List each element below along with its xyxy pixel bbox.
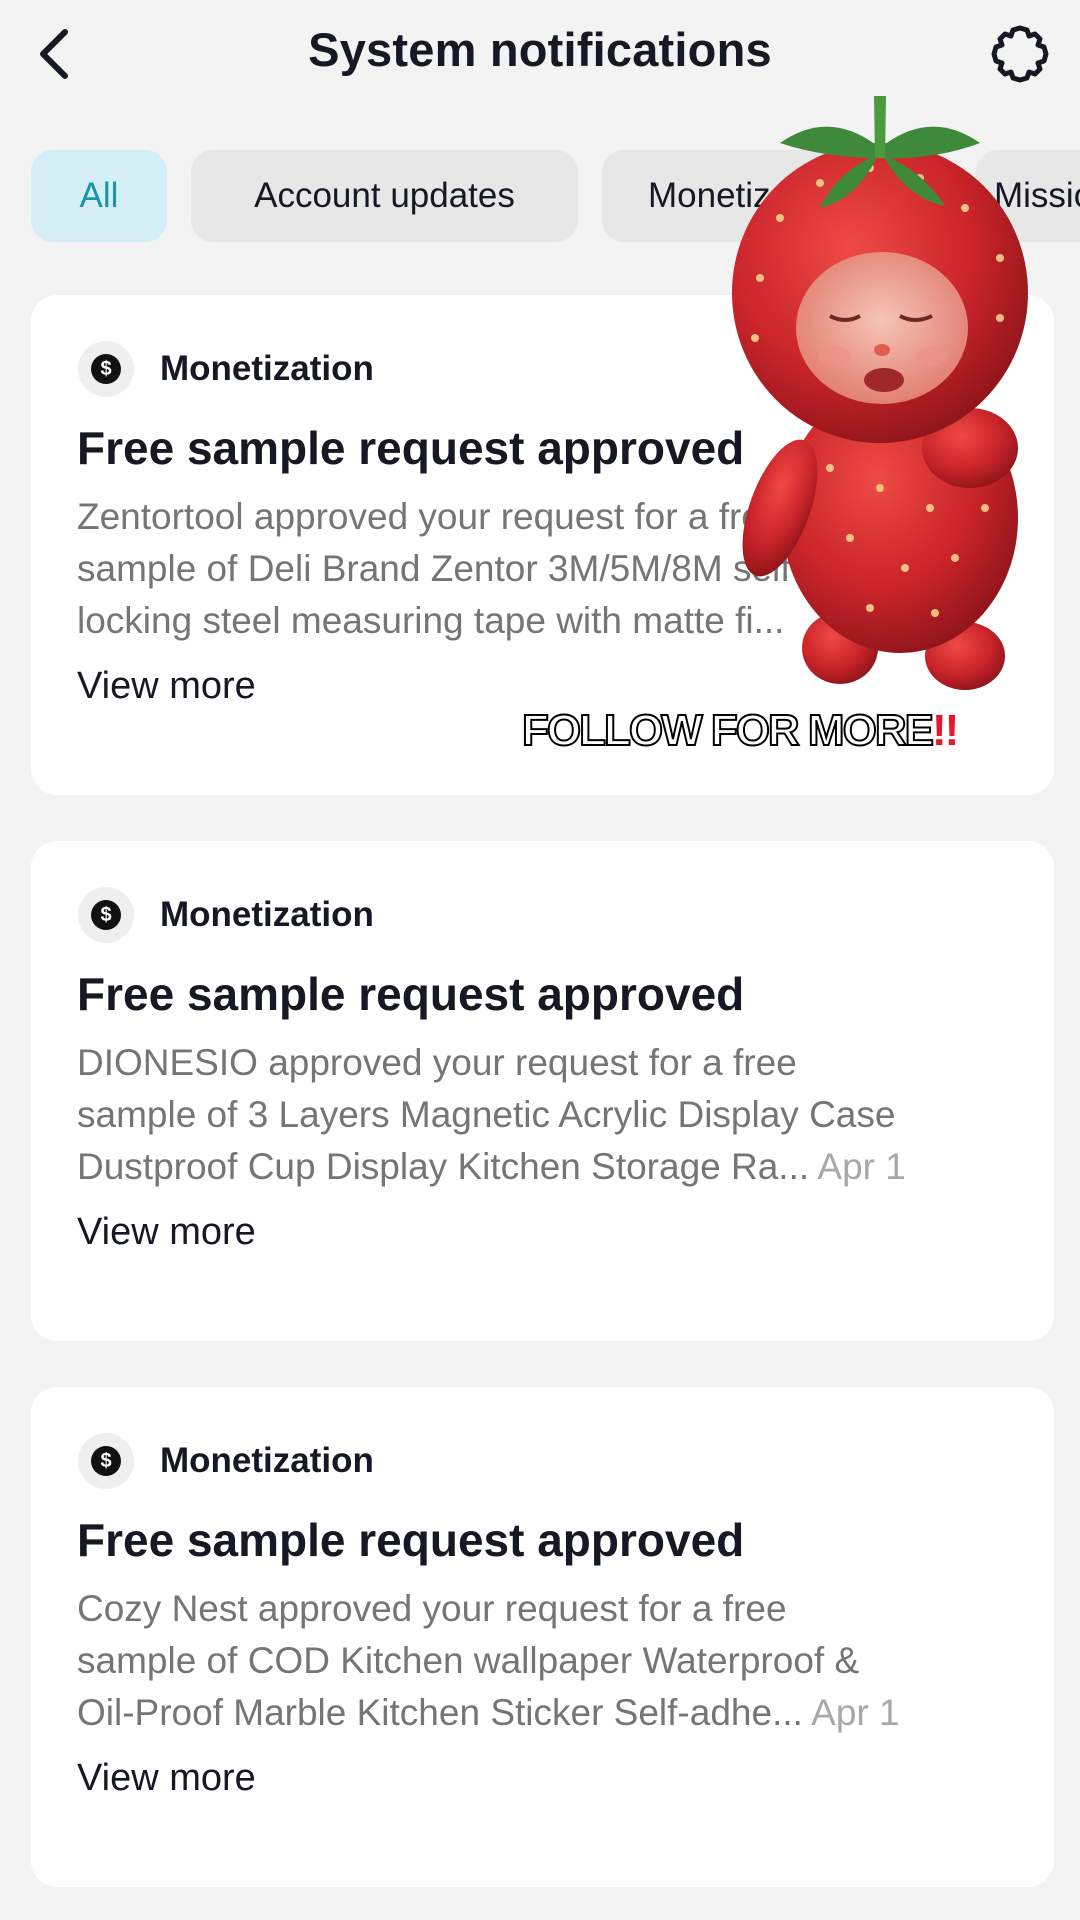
follow-caption-text: FOLLOW FOR MORE [521, 705, 935, 756]
category-label: Monetization [160, 349, 374, 388]
category-label: Monetization [160, 895, 374, 934]
category-label: Monetization [160, 1441, 374, 1480]
notification-date: Apr 1 [811, 1692, 900, 1733]
tab-account-updates[interactable]: Account updates [191, 150, 578, 242]
page-title: System notifications [308, 23, 772, 76]
notification-title: Free sample request approved [77, 422, 745, 474]
body-line: sample of 3 Layers Magnetic Acrylic Disp… [77, 1094, 896, 1135]
body-line: Cozy Nest approved your request for a fr… [77, 1588, 787, 1629]
dollar-icon: $ [78, 341, 134, 397]
follow-caption-suffix: !! [931, 706, 959, 755]
notification-date: Apr 1 [817, 1146, 906, 1187]
dollar-icon: $ [78, 887, 134, 943]
body-line: Dustproof Cup Display Kitchen Storage Ra… [77, 1141, 1017, 1193]
body-line: sample of COD Kitchen wallpaper Waterpro… [77, 1640, 860, 1681]
notification-body: DIONESIO approved your request for a fre… [77, 1037, 1017, 1193]
category-row: $ Monetization [78, 1431, 374, 1491]
category-row: $ Monetization [78, 885, 374, 945]
notification-body: Cozy Nest approved your request for a fr… [77, 1583, 1017, 1739]
view-more-link[interactable]: View more [77, 665, 256, 708]
view-more-link[interactable]: View more [77, 1211, 256, 1254]
notification-title: Free sample request approved [77, 1514, 745, 1566]
body-line: DIONESIO approved your request for a fre… [77, 1042, 797, 1083]
settings-button[interactable] [982, 20, 1058, 88]
notification-title: Free sample request approved [77, 968, 745, 1020]
body-text: Dustproof Cup Display Kitchen Storage Ra… [77, 1146, 810, 1187]
notification-card[interactable]: $ Monetization Free sample request appro… [31, 841, 1054, 1341]
gear-icon [991, 25, 1049, 83]
strawberry-character-sticker [732, 96, 1028, 690]
body-line: Oil-Proof Marble Kitchen Sticker Self-ad… [77, 1687, 1017, 1739]
body-text: Oil-Proof Marble Kitchen Sticker Self-ad… [77, 1692, 803, 1733]
dollar-icon: $ [78, 1433, 134, 1489]
category-row: $ Monetization [78, 339, 374, 399]
view-more-link[interactable]: View more [77, 1757, 256, 1800]
tab-all[interactable]: All [31, 150, 167, 242]
follow-caption: FOLLOW FOR MORE!! [521, 705, 959, 756]
notification-card[interactable]: $ Monetization Free sample request appro… [31, 1387, 1054, 1887]
